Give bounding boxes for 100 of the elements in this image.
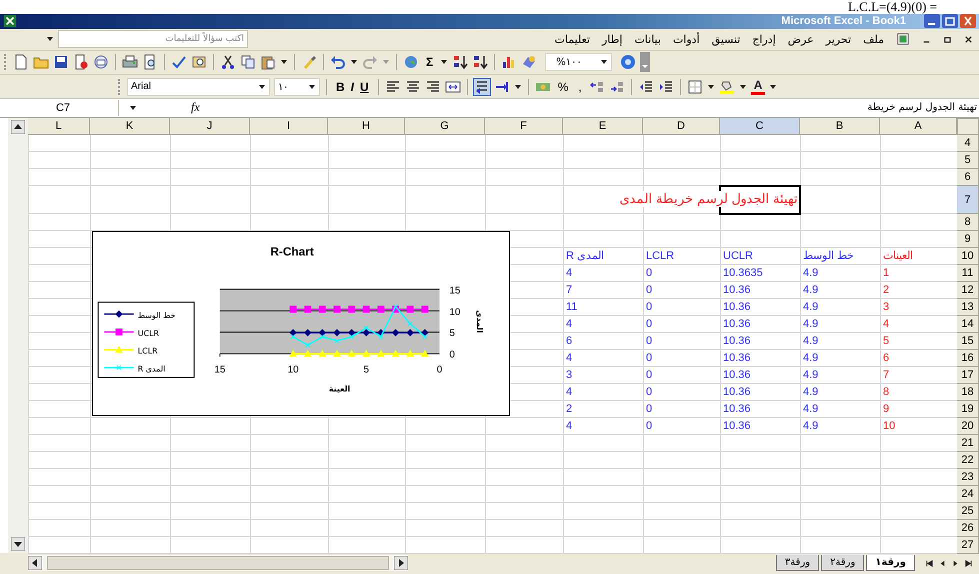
merge-center-icon[interactable]	[444, 78, 461, 94]
insert-function-button[interactable]: fx	[187, 100, 204, 116]
underline-button[interactable]: U	[357, 78, 372, 96]
restore-icon[interactable]	[943, 34, 952, 44]
column-header[interactable]: L	[28, 118, 90, 135]
row-header[interactable]: 11	[957, 264, 979, 282]
row-header[interactable]: 25	[957, 502, 979, 520]
row-header[interactable]: 27	[957, 536, 979, 554]
row-header[interactable]: 8	[957, 214, 979, 231]
first-sheet-icon[interactable]	[925, 558, 934, 568]
row-header[interactable]: 24	[957, 486, 979, 503]
scroll-up-icon[interactable]	[11, 120, 25, 134]
column-header[interactable]: J	[170, 118, 250, 135]
new-document-icon[interactable]	[13, 54, 29, 70]
dropdown-arrow-icon[interactable]	[514, 82, 522, 90]
email-icon[interactable]	[93, 54, 109, 70]
sheet-tab[interactable]: ورقة٣	[776, 555, 820, 572]
row-header[interactable]: 4	[957, 134, 979, 152]
column-header[interactable]: I	[250, 118, 328, 135]
toolbar-options-icon[interactable]	[640, 52, 650, 72]
font-size-dropdown[interactable]: ١٠	[274, 78, 320, 96]
dropdown-arrow-icon[interactable]	[46, 35, 54, 44]
dropdown-arrow-icon[interactable]	[308, 82, 316, 90]
row-header[interactable]: 9	[957, 230, 979, 248]
row-header[interactable]: 22	[957, 452, 979, 469]
decrease-indent-icon[interactable]	[638, 78, 654, 94]
row-header[interactable]: 14	[957, 316, 979, 333]
row-header[interactable]: 15	[957, 332, 979, 350]
menu-item[interactable]: بيانات	[634, 32, 661, 46]
dropdown-arrow-icon[interactable]	[769, 82, 778, 90]
percent-button[interactable]: %	[554, 78, 572, 96]
column-header[interactable]: B	[800, 118, 880, 135]
row-header[interactable]: 10	[957, 248, 979, 265]
autosum-button[interactable]: Σ	[423, 53, 436, 72]
workbook-icon[interactable]	[896, 32, 910, 46]
menu-item[interactable]: تحرير	[826, 32, 852, 46]
dropdown-arrow-icon[interactable]	[280, 58, 288, 66]
column-header[interactable]: C	[720, 118, 800, 135]
right-to-left-icon[interactable]	[474, 78, 490, 94]
vertical-scrollbar[interactable]	[8, 118, 28, 553]
row-header[interactable]: 17	[957, 366, 979, 384]
column-header[interactable]: G	[405, 118, 485, 135]
help-search-field[interactable]: اكتب سؤالاً للتعليمات	[58, 30, 248, 48]
globe-icon[interactable]	[403, 54, 419, 70]
horizontal-scrollbar[interactable]	[28, 555, 408, 572]
paste-icon[interactable]	[260, 54, 276, 70]
row-header[interactable]: 13	[957, 298, 979, 316]
fill-color-icon[interactable]	[718, 78, 735, 94]
menu-item[interactable]: تنسيق	[712, 32, 740, 46]
menu-item[interactable]: تعليمات	[554, 32, 590, 46]
font-dropdown[interactable]: Arial	[127, 78, 270, 96]
research-icon[interactable]	[191, 54, 207, 70]
align-center-icon[interactable]	[404, 78, 421, 94]
dropdown-arrow-icon[interactable]	[738, 82, 747, 90]
name-box[interactable]: C7	[8, 100, 119, 116]
zoom-dropdown[interactable]: %١٠٠	[545, 53, 612, 72]
help-icon[interactable]	[620, 54, 636, 70]
row-header[interactable]: 6	[957, 168, 979, 186]
permission-icon[interactable]	[73, 54, 89, 70]
menu-item[interactable]: إطار	[602, 32, 622, 46]
row-header[interactable]: 12	[957, 282, 979, 299]
undo-icon[interactable]	[330, 54, 346, 70]
dropdown-arrow-icon[interactable]	[600, 58, 608, 66]
menu-item[interactable]: ملف	[863, 32, 884, 46]
dropdown-arrow-icon[interactable]	[706, 82, 715, 90]
row-header[interactable]: 20	[957, 418, 979, 435]
previous-sheet-icon[interactable]	[938, 558, 947, 568]
row-header[interactable]: 18	[957, 384, 979, 401]
row-header[interactable]: 19	[957, 400, 979, 418]
save-icon[interactable]	[53, 54, 69, 70]
dropdown-arrow-icon[interactable]	[129, 104, 137, 112]
increase-indent-icon[interactable]	[658, 78, 674, 94]
next-sheet-icon[interactable]	[951, 558, 960, 568]
menu-item[interactable]: إدراج	[752, 32, 776, 46]
column-header[interactable]: K	[90, 118, 170, 135]
scroll-left-icon[interactable]	[28, 556, 42, 570]
sort-ascending-icon[interactable]	[452, 54, 468, 70]
bold-button[interactable]: B	[333, 78, 348, 96]
column-header[interactable]: A	[880, 118, 957, 135]
spelling-icon[interactable]	[171, 54, 187, 70]
print-icon[interactable]	[122, 54, 138, 70]
format-painter-icon[interactable]	[301, 54, 317, 70]
scroll-right-icon[interactable]	[394, 556, 408, 570]
row-header[interactable]: 5	[957, 152, 979, 169]
dropdown-arrow-icon[interactable]	[258, 82, 266, 90]
sheet-tab[interactable]: ورقة٢	[821, 555, 864, 572]
align-left-icon[interactable]	[384, 78, 401, 94]
menu-item[interactable]: أدوات	[672, 32, 700, 46]
menu-item[interactable]: عرض	[788, 32, 814, 46]
font-color-button[interactable]: A	[750, 78, 766, 94]
row-header[interactable]: 7	[957, 186, 979, 214]
italic-button[interactable]: I	[348, 78, 358, 96]
last-sheet-icon[interactable]	[964, 558, 973, 568]
dropdown-arrow-icon[interactable]	[440, 58, 448, 66]
column-header[interactable]: H	[328, 118, 405, 135]
sheet-tab[interactable]: ورقة١	[866, 555, 915, 572]
align-right-icon[interactable]	[424, 78, 441, 94]
comma-style-button[interactable]: ,	[575, 78, 585, 96]
cut-icon[interactable]	[220, 54, 236, 70]
sort-descending-icon[interactable]	[472, 54, 488, 70]
